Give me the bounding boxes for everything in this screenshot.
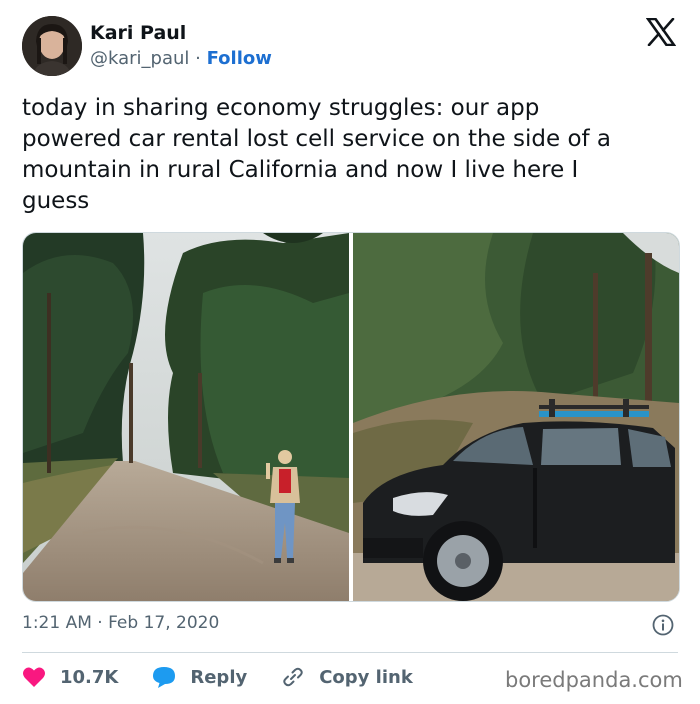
info-icon[interactable] — [652, 614, 674, 636]
reply-label: Reply — [190, 666, 248, 688]
heart-icon — [23, 667, 45, 687]
tweet-timestamp[interactable]: 1:21 AM · Feb 17, 2020 — [22, 613, 219, 633]
divider — [22, 652, 678, 653]
like-count: 10.7K — [60, 666, 119, 688]
copy-link-label: Copy link — [319, 666, 413, 688]
photo-car[interactable] — [353, 233, 679, 601]
follow-button[interactable]: Follow — [207, 48, 272, 69]
reply-bubble-icon — [153, 667, 176, 688]
x-logo-icon[interactable] — [645, 17, 677, 47]
tweet-text: today in sharing economy struggles: our … — [22, 95, 612, 214]
separator: · — [195, 48, 201, 69]
media-gallery — [22, 232, 680, 602]
tweet-header: Kari Paul @kari_paul · Follow — [0, 0, 700, 90]
action-bar: 10.7K Reply Copy link — [22, 662, 447, 692]
author-name[interactable]: Kari Paul — [90, 22, 186, 44]
watermark: boredpanda.com — [505, 668, 683, 692]
avatar[interactable] — [22, 16, 82, 76]
link-icon — [283, 667, 303, 687]
author-handle[interactable]: @kari_paul — [90, 48, 189, 69]
copy-link-button[interactable]: Copy link — [281, 666, 413, 688]
photo-road[interactable] — [23, 233, 349, 601]
reply-button[interactable]: Reply — [152, 666, 247, 688]
author-handle-row: @kari_paul · Follow — [90, 48, 272, 69]
like-button[interactable]: 10.7K — [22, 666, 118, 688]
